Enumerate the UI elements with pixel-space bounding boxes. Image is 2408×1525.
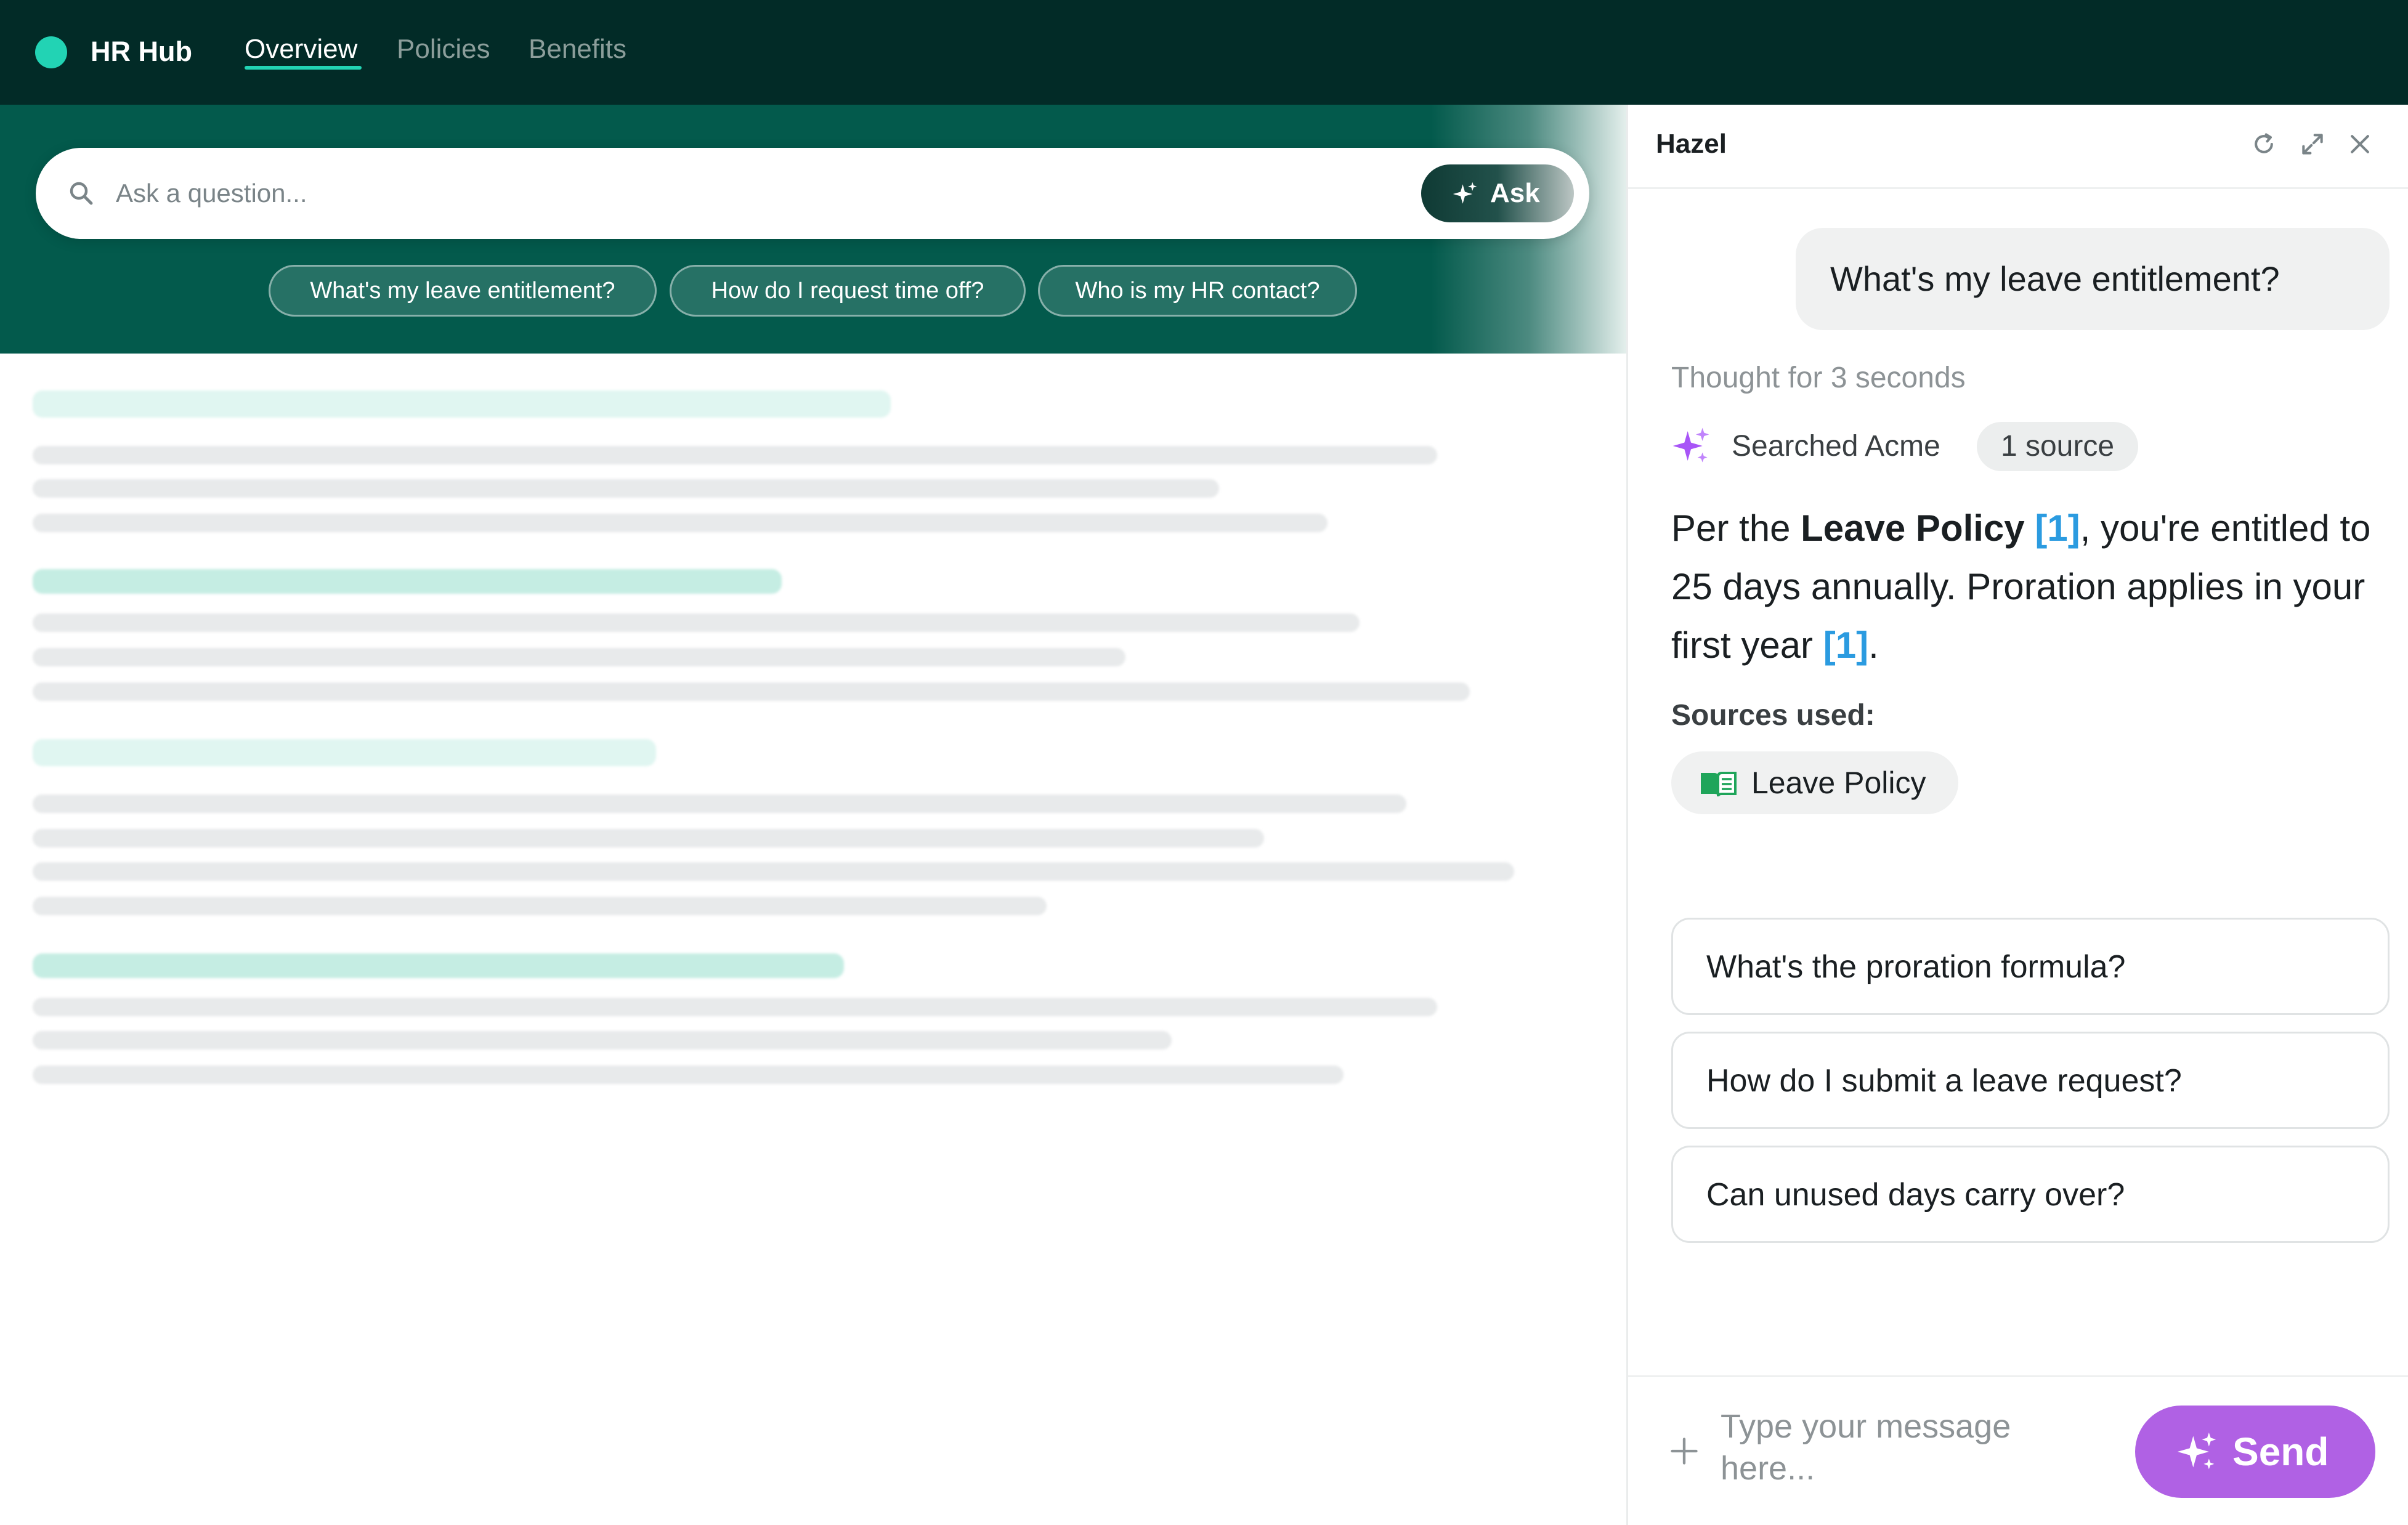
search-input[interactable]: Ask a question...	[116, 175, 307, 212]
sparkle-icon	[2177, 1432, 2216, 1470]
brand-logo-dot	[35, 36, 67, 68]
top-navigation-bar: HR Hub Overview Policies Benefits	[0, 0, 2408, 105]
refresh-icon[interactable]	[2250, 131, 2277, 158]
message-input[interactable]: Type your message here...	[1721, 1406, 2065, 1489]
skeleton-line	[33, 998, 1437, 1016]
followup-suggestion-carry-over[interactable]: Can unused days carry over?	[1671, 1146, 2390, 1243]
suggestion-chip-leave-entitlement[interactable]: What's my leave entitlement?	[269, 265, 657, 317]
citation-link[interactable]: [1]	[1823, 625, 1868, 666]
answer-text: Per the	[1671, 508, 1801, 549]
sources-heading: Sources used:	[1671, 699, 1875, 732]
chat-header-divider	[1628, 187, 2408, 189]
answer-policy-name: Leave Policy	[1801, 508, 2025, 549]
active-tab-indicator	[245, 66, 362, 70]
assistant-name: Hazel	[1656, 129, 1727, 159]
ask-button-label: Ask	[1490, 178, 1540, 208]
book-icon	[1701, 772, 1737, 797]
skeleton-line	[33, 446, 1437, 464]
tab-benefits[interactable]: Benefits	[529, 31, 626, 68]
skeleton-line	[33, 479, 1219, 498]
source-count-badge[interactable]: 1 source	[1977, 422, 2138, 471]
skeleton-line	[33, 829, 1264, 847]
skeleton-line	[33, 1066, 1344, 1084]
assistant-chat-panel: Hazel What's my leave entitlement? Thoug…	[1628, 105, 2408, 1525]
app-name: HR Hub	[91, 36, 192, 67]
source-chip-label: Leave Policy	[1751, 766, 1926, 800]
followup-label: Can unused days carry over?	[1706, 1177, 2125, 1213]
send-button[interactable]: Send	[2135, 1406, 2375, 1498]
skeleton-line	[33, 514, 1328, 532]
skeleton-line	[33, 648, 1125, 666]
source-chip-leave-policy[interactable]: Leave Policy	[1671, 751, 1958, 814]
answer-text: .	[1868, 625, 1879, 666]
thinking-status[interactable]: Thought for 3 seconds	[1671, 360, 1966, 397]
skeleton-heading	[33, 569, 782, 594]
skeleton-line	[33, 795, 1406, 813]
sparkle-icon	[1453, 182, 1477, 204]
close-icon[interactable]	[2346, 131, 2374, 158]
skeleton-heading	[33, 739, 656, 766]
skeleton-heading	[33, 390, 891, 418]
composer-divider	[1628, 1375, 2408, 1377]
tab-overview[interactable]: Overview	[245, 31, 357, 68]
user-message-bubble: What's my leave entitlement?	[1796, 228, 2390, 330]
send-button-label: Send	[2232, 1430, 2329, 1474]
sparkle-icon	[1672, 427, 1709, 463]
followup-suggestion-proration[interactable]: What's the proration formula?	[1671, 918, 2390, 1015]
search-icon	[70, 182, 93, 205]
skeleton-line	[33, 862, 1514, 881]
suggestion-chip-request-time-off[interactable]: How do I request time off?	[670, 265, 1026, 317]
skeleton-line	[33, 1031, 1172, 1050]
search-status-text: Searched Acme	[1732, 430, 1940, 463]
skeleton-line	[33, 897, 1047, 915]
followup-label: What's the proration formula?	[1706, 949, 2126, 985]
skeleton-heading	[33, 953, 844, 978]
tab-policies[interactable]: Policies	[397, 31, 490, 68]
plus-icon[interactable]	[1668, 1435, 1700, 1467]
expand-icon[interactable]	[2299, 131, 2326, 158]
ask-button[interactable]: Ask	[1421, 164, 1574, 222]
citation-link[interactable]: [1]	[2035, 508, 2080, 549]
followup-suggestion-submit-request[interactable]: How do I submit a leave request?	[1671, 1032, 2390, 1129]
assistant-answer: Per the Leave Policy [1], you're entitle…	[1671, 499, 2380, 674]
suggestion-chip-hr-contact[interactable]: Who is my HR contact?	[1038, 265, 1357, 317]
skeleton-line	[33, 613, 1360, 632]
search-bar[interactable]: Ask a question... Ask	[36, 148, 1589, 239]
skeleton-line	[33, 682, 1470, 701]
user-message-text: What's my leave entitlement?	[1830, 259, 2280, 298]
followup-label: How do I submit a leave request?	[1706, 1063, 2182, 1099]
